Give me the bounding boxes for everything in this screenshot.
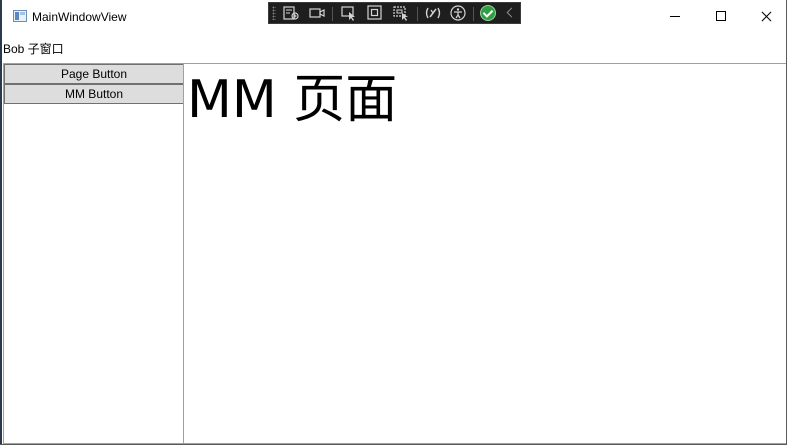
display-layout-adorners-icon[interactable] bbox=[366, 5, 384, 21]
window-label: Bob 子窗口 bbox=[3, 42, 64, 56]
maximize-button[interactable] bbox=[698, 0, 744, 34]
minimize-button[interactable] bbox=[652, 0, 698, 34]
toolbar-grip[interactable] bbox=[272, 6, 276, 20]
window-title: MainWindowView bbox=[32, 10, 127, 24]
binding-failures-icon[interactable] bbox=[424, 5, 442, 21]
accessibility-icon[interactable] bbox=[449, 5, 467, 21]
track-focus-icon[interactable] bbox=[392, 5, 410, 21]
xaml-debug-toolbar bbox=[268, 2, 521, 24]
mm-button[interactable]: MM Button bbox=[4, 84, 184, 104]
close-button[interactable] bbox=[744, 0, 787, 34]
collapse-icon[interactable] bbox=[505, 7, 515, 19]
toolbar-separator bbox=[417, 7, 418, 21]
app-window-icon[interactable] bbox=[13, 10, 27, 22]
toolbar-separator bbox=[332, 7, 333, 21]
select-element-icon[interactable] bbox=[340, 5, 358, 21]
toolbar-separator bbox=[473, 7, 474, 21]
page-heading: MM 页面 bbox=[187, 70, 398, 130]
nav-panel: Page Button MM Button bbox=[3, 63, 184, 444]
live-visual-tree-icon[interactable] bbox=[282, 5, 300, 21]
check-icon[interactable] bbox=[480, 5, 496, 21]
record-icon[interactable] bbox=[308, 5, 326, 21]
content-frame: MM 页面 bbox=[183, 63, 786, 444]
page-button[interactable]: Page Button bbox=[4, 64, 184, 84]
